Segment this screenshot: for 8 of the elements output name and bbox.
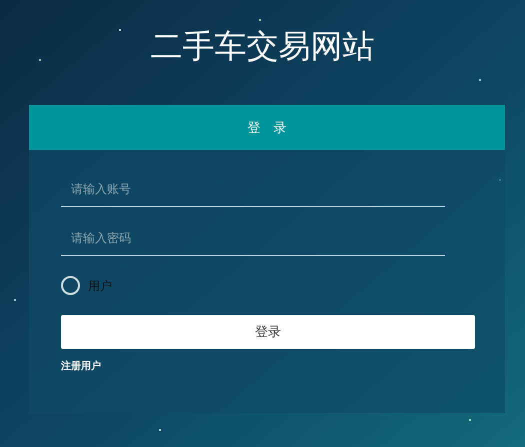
site-title: 二手车交易网站 [150, 27, 374, 66]
input-field[interactable]: 请输入账号 [61, 172, 445, 207]
login-button[interactable]: 登录 [61, 315, 475, 349]
input-field[interactable]: 请输入密码 [61, 221, 445, 256]
register-link[interactable]: 注册用户 [61, 359, 101, 374]
panel-header: 登 录 [29, 105, 505, 150]
radio-label: 用户 [88, 278, 112, 294]
radio-button[interactable] [61, 276, 80, 295]
